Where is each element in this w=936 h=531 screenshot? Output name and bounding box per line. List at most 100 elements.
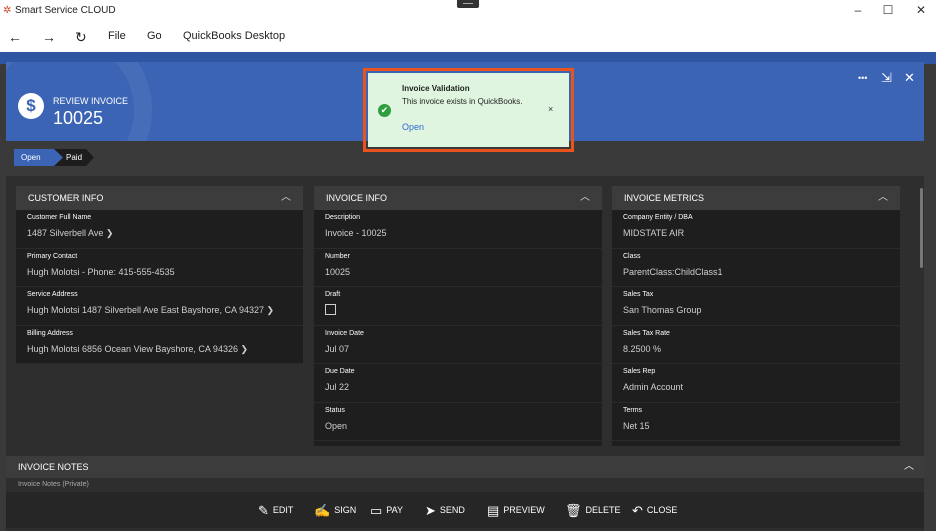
invoice-info-card: INVOICE INFO ︿ Description Invoice - 1002… bbox=[314, 186, 602, 446]
toast-close-icon[interactable]: × bbox=[548, 104, 553, 114]
app-logo-icon: ✲ bbox=[3, 5, 12, 16]
invoice-notes-header[interactable]: INVOICE NOTES ︿ bbox=[6, 456, 924, 478]
field-status: Status Open bbox=[314, 403, 602, 441]
sign-icon: ✍ bbox=[314, 502, 331, 518]
forward-arrow-icon[interactable]: → bbox=[42, 29, 56, 45]
field-customer-name[interactable]: Customer Full Name 1487 Silverbell Ave ❯ bbox=[16, 210, 303, 249]
field-label: Status bbox=[325, 406, 345, 414]
customer-info-card: CUSTOMER INFO ︿ Customer Full Name 1487 S… bbox=[16, 186, 303, 364]
field-terms: Terms Net 15 bbox=[612, 403, 900, 441]
action-bar: ✎ EDIT ✍ SIGN ▭ PAY ➤ SEND ▤ PREVIEW 🗑 DELETE … bbox=[6, 492, 924, 528]
toast-title: Invoice Validation bbox=[402, 84, 470, 93]
app-title: Smart Service CLOUD bbox=[15, 5, 116, 16]
edit-button[interactable]: ✎ EDIT bbox=[258, 502, 293, 518]
field-value: Hugh Molotsi 6856 Ocean View Bayshore, C… bbox=[27, 343, 249, 354]
pay-button[interactable]: ▭ PAY bbox=[370, 502, 403, 518]
close-label: CLOSE bbox=[646, 505, 678, 515]
invoice-metrics-card: INVOICE METRICS ︿ Company Entity / DBA MI… bbox=[612, 186, 900, 446]
scrollbar-thumb[interactable] bbox=[920, 188, 923, 268]
field-primary-contact: Primary Contact Hugh Molotsi - Phone: 415… bbox=[16, 249, 303, 287]
field-sales-tax: Sales Tax San Thomas Group bbox=[612, 287, 900, 326]
field-value: Hugh Molotsi 1487 Silverbell Ave East Ba… bbox=[27, 305, 275, 315]
sign-label: SIGN bbox=[334, 505, 357, 515]
menu-quickbooks-desktop[interactable]: QuickBooks Desktop bbox=[183, 30, 285, 42]
draft-checkbox[interactable] bbox=[325, 304, 336, 315]
menu-file[interactable]: File bbox=[108, 30, 126, 42]
trash-icon: 🗑 bbox=[565, 502, 582, 518]
field-value: Open bbox=[325, 420, 348, 431]
preview-icon: ▤ bbox=[487, 502, 500, 518]
maximize-button[interactable]: ☐ bbox=[881, 3, 895, 17]
invoice-info-title: INVOICE INFO bbox=[326, 193, 388, 203]
status-step-open[interactable]: Open bbox=[14, 149, 63, 166]
field-label: Service Address bbox=[27, 291, 78, 298]
menu-go[interactable]: Go bbox=[147, 30, 162, 42]
field-label: Billing Address bbox=[27, 329, 73, 337]
toast-open-link[interactable]: Open bbox=[402, 122, 424, 132]
modal-close-icon[interactable]: ✕ bbox=[904, 71, 915, 85]
send-button[interactable]: ➤ SEND bbox=[425, 502, 465, 518]
delete-button[interactable]: 🗑 DELETE bbox=[565, 502, 621, 518]
field-number: Number 10025 bbox=[314, 249, 602, 287]
field-label: Description bbox=[325, 214, 361, 221]
field-label: Due Date bbox=[325, 368, 355, 375]
chevron-up-icon[interactable]: ︿ bbox=[878, 186, 888, 210]
field-value: San Thomas Group bbox=[623, 305, 702, 315]
window-titlebar: ✲ Smart Service CLOUD – ☐ ✕ bbox=[0, 0, 936, 22]
field-label: Class bbox=[623, 252, 641, 260]
invoice-info-header[interactable]: INVOICE INFO ︿ bbox=[314, 186, 602, 210]
chevron-up-icon[interactable]: ︿ bbox=[904, 456, 914, 478]
check-circle-icon: ✔ bbox=[378, 104, 391, 117]
field-invoice-date: Invoice Date Jul 07 bbox=[314, 326, 602, 364]
field-label: Invoice Date bbox=[325, 329, 364, 337]
pay-label: PAY bbox=[386, 505, 403, 515]
field-service-address[interactable]: Service Address Hugh Molotsi 1487 Silverb… bbox=[16, 287, 303, 326]
chevron-up-icon[interactable]: ︿ bbox=[580, 186, 590, 210]
refresh-icon[interactable]: ↻ bbox=[75, 29, 87, 45]
chevron-up-icon[interactable]: ︿ bbox=[281, 186, 291, 210]
more-options-icon[interactable]: ••• bbox=[858, 71, 867, 85]
close-button[interactable]: ↶ CLOSE bbox=[632, 502, 677, 518]
edit-label: EDIT bbox=[272, 505, 294, 515]
field-value: Admin Account bbox=[623, 382, 684, 392]
undo-icon: ↶ bbox=[632, 502, 643, 518]
field-value: 10025 bbox=[325, 266, 351, 277]
field-due-date: Due Date Jul 22 bbox=[314, 364, 602, 403]
field-label: Company Entity / DBA bbox=[623, 214, 693, 221]
field-sales-tax-rate: Sales Tax Rate 8.2500 % bbox=[612, 326, 900, 364]
modal-content: CUSTOMER INFO ︿ Customer Full Name 1487 S… bbox=[6, 176, 924, 492]
field-label: Primary Contact bbox=[27, 252, 78, 260]
nav-bar: ← → ↻ File Go QuickBooks Desktop bbox=[0, 22, 936, 52]
field-label: Draft bbox=[325, 291, 341, 298]
field-value: ParentClass:ChildClass1 bbox=[623, 266, 723, 277]
invoice-metrics-title: INVOICE METRICS bbox=[624, 193, 705, 203]
field-value: 1487 Silverbell Ave ❯ bbox=[27, 228, 114, 238]
invoice-metrics-header[interactable]: INVOICE METRICS ︿ bbox=[612, 186, 900, 210]
customer-info-header[interactable]: CUSTOMER INFO ︿ bbox=[16, 186, 303, 210]
field-value: MIDSTATE AIR bbox=[623, 228, 685, 238]
invoice-number: 10025 bbox=[53, 108, 104, 128]
back-arrow-icon[interactable]: ← bbox=[8, 29, 22, 45]
drag-handle[interactable] bbox=[457, 0, 479, 8]
invoice-notes-title: INVOICE NOTES bbox=[18, 462, 89, 472]
field-billing-address[interactable]: Billing Address Hugh Molotsi 6856 Ocean V… bbox=[16, 326, 303, 364]
collapse-icon[interactable]: ⇲ bbox=[881, 71, 892, 85]
field-value: 8.2500 % bbox=[623, 343, 662, 354]
send-icon: ➤ bbox=[425, 502, 436, 518]
toast-message: This invoice exists in QuickBooks. bbox=[402, 97, 523, 106]
invoice-notes-private-label: Invoice Notes (Private) bbox=[18, 481, 89, 488]
sign-button[interactable]: ✍ SIGN bbox=[314, 502, 356, 518]
credit-card-icon: ▭ bbox=[370, 502, 383, 518]
window-close-button[interactable]: ✕ bbox=[914, 3, 928, 17]
field-description: Description Invoice - 10025 bbox=[314, 210, 602, 249]
field-value: Jul 22 bbox=[325, 382, 350, 392]
field-value: Net 15 bbox=[623, 420, 650, 431]
preview-button[interactable]: ▤ PREVIEW bbox=[487, 502, 545, 518]
field-label: Terms bbox=[623, 406, 643, 414]
preview-label: PREVIEW bbox=[503, 505, 545, 515]
delete-label: DELETE bbox=[585, 505, 621, 515]
content-scrollbar[interactable] bbox=[920, 188, 924, 478]
minimize-button[interactable]: – bbox=[851, 3, 865, 17]
field-label: Customer Full Name bbox=[27, 214, 92, 221]
field-value: Jul 07 bbox=[325, 343, 350, 354]
